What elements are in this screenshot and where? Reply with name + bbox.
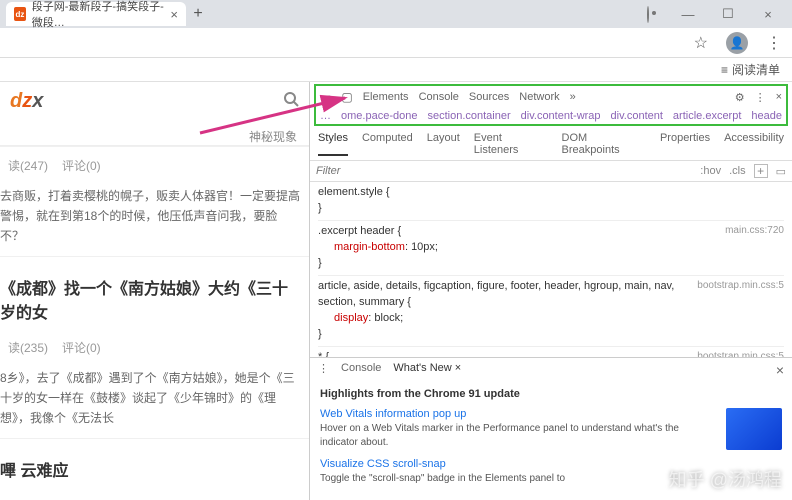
crumb[interactable]: div.content (611, 110, 663, 122)
drawer-tabs: ⋮ Console What's New × × (310, 358, 792, 382)
tip-title[interactable]: Web Vitals information pop up (320, 408, 716, 420)
post-meta: 读(235) 评论(0) (0, 329, 309, 366)
profile-avatar[interactable]: 👤 (726, 32, 748, 54)
subtab-styles[interactable]: Styles (318, 132, 348, 156)
drawer-tab-whatsnew[interactable]: What's New × (393, 362, 461, 378)
subtab-properties[interactable]: Properties (660, 132, 710, 156)
drawer-tab-console[interactable]: Console (341, 362, 381, 378)
minimize-button[interactable]: — (670, 7, 706, 22)
crumb[interactable]: ome.pace-done (341, 110, 417, 122)
toggle-icon[interactable]: ▭ (776, 165, 786, 178)
comments-count[interactable]: 评论(0) (62, 339, 101, 356)
category-tabs: 神秘现象 (0, 120, 309, 146)
prop-name[interactable]: display (334, 312, 368, 324)
prop-val[interactable]: block; (374, 312, 403, 324)
subtab-dom-breakpoints[interactable]: DOM Breakpoints (562, 132, 646, 156)
favicon: dz (14, 7, 26, 21)
tip-desc: Toggle the "scroll-snap" badge in the El… (320, 472, 782, 486)
reads-count[interactable]: 读(235) (8, 339, 48, 356)
source-link[interactable]: bootstrap.min.css:5 (697, 349, 784, 357)
site-logo[interactable]: dzx (10, 90, 43, 113)
reads-count[interactable]: 读(247) (8, 157, 48, 174)
devtools-main-tabs: ▭ ▢ Elements Console Sources Network » ⚙… (320, 88, 782, 106)
selector[interactable]: article, aside, details, figcaption, fig… (318, 280, 674, 308)
tab-network[interactable]: Network (519, 91, 559, 103)
source-link[interactable]: main.css:720 (725, 223, 784, 239)
selector[interactable]: .excerpt header { (318, 225, 401, 237)
bookmark-bar: ≡ 阅读清单 (0, 58, 792, 82)
prop-val[interactable]: 10px; (411, 241, 438, 253)
tab-sources[interactable]: Sources (469, 91, 509, 103)
search-icon[interactable] (283, 91, 299, 111)
tip-thumbnail (726, 408, 782, 450)
settings-icon[interactable]: ⚙ (735, 91, 745, 104)
subtab-event-listeners[interactable]: Event Listeners (474, 132, 548, 156)
window-controls: — ☐ × (630, 6, 792, 22)
new-style-rule-button[interactable]: + (754, 164, 768, 178)
tip-item: Visualize CSS scroll-snap Toggle the "sc… (320, 458, 782, 486)
webpage-panel: dzx 神秘现象 读(247) 评论(0) 去商贩，打着卖樱桃的幌子，贩卖人体器… (0, 82, 310, 500)
subtab-layout[interactable]: Layout (427, 132, 460, 156)
post-title[interactable]: 嗶 云难应 (0, 439, 309, 487)
tip-desc: Hover on a Web Vitals marker in the Perf… (320, 422, 716, 450)
close-window-button[interactable]: × (750, 7, 786, 22)
browser-menu-icon[interactable]: ⋮ (766, 33, 782, 53)
drawer-heading: Highlights from the Chrome 91 update (320, 388, 782, 400)
kebab-icon[interactable]: ⋮ (755, 91, 766, 104)
post-meta: 读(247) 评论(0) (0, 146, 309, 184)
crumb[interactable]: section.container (427, 110, 510, 122)
styles-filter-bar: :hov .cls + ▭ (310, 161, 792, 182)
tip-title[interactable]: Visualize CSS scroll-snap (320, 458, 782, 470)
browser-tab-bar: dz 段子网-最新段子-搞笑段子-微段… × + — ☐ × (0, 0, 792, 28)
close-devtools-icon[interactable]: × (776, 91, 782, 103)
drawer-content: Highlights from the Chrome 91 update Web… (310, 382, 792, 500)
list-icon: ≡ (721, 63, 728, 77)
reading-list-label: 阅读清单 (732, 61, 780, 78)
post-excerpt: 8乡》，去了《成都》遇到了个《南方姑娘》，她是个《三十岁的女一样在《鼓楼》谈起了… (0, 366, 309, 439)
styles-rules[interactable]: element.style {} main.css:720 .excerpt h… (310, 182, 792, 357)
incognito-icon (630, 7, 666, 22)
source-link[interactable]: bootstrap.min.css:5 (697, 278, 784, 294)
subtab-accessibility[interactable]: Accessibility (724, 132, 784, 156)
tab-console[interactable]: Console (419, 91, 459, 103)
new-tab-button[interactable]: + (186, 5, 210, 23)
filter-input[interactable] (316, 165, 386, 177)
close-drawer-icon[interactable]: × (776, 362, 784, 378)
browser-tab[interactable]: dz 段子网-最新段子-搞笑段子-微段… × (6, 2, 186, 26)
cls-toggle[interactable]: .cls (729, 165, 746, 177)
browser-toolbar: ☆ 👤 ⋮ (0, 28, 792, 58)
subtab-computed[interactable]: Computed (362, 132, 413, 156)
inspect-icon[interactable]: ▭ (320, 90, 331, 104)
comments-count[interactable]: 评论(0) (62, 157, 101, 174)
crumb[interactable]: heade (751, 110, 782, 122)
bookmark-star-icon[interactable]: ☆ (694, 33, 708, 53)
reading-list-button[interactable]: ≡ 阅读清单 (721, 61, 780, 78)
post-title[interactable]: 《成都》找一个《南方姑娘》大约《三十岁的女 (0, 257, 309, 329)
post-excerpt: 去商贩，打着卖樱桃的幌子，贩卖人体器官！一定要提高警惕，就在到第18个的时候，他… (0, 184, 309, 257)
selector[interactable]: element.style { (318, 186, 390, 198)
drawer-menu-icon[interactable]: ⋮ (318, 362, 329, 378)
prop-name[interactable]: margin-bottom (334, 241, 405, 253)
styles-subtabs: Styles Computed Layout Event Listeners D… (310, 126, 792, 161)
selector[interactable]: * { (318, 351, 329, 357)
crumb[interactable]: article.excerpt (673, 110, 741, 122)
tab-elements[interactable]: Elements (363, 91, 409, 103)
close-icon[interactable]: × (170, 7, 178, 22)
dom-breadcrumb[interactable]: … ome.pace-done section.container div.co… (320, 106, 782, 122)
category-tab[interactable]: 神秘现象 (249, 128, 297, 145)
site-header: dzx (0, 82, 309, 120)
device-icon[interactable]: ▢ (341, 90, 352, 104)
tip-item: Web Vitals information pop up Hover on a… (320, 408, 782, 450)
crumb[interactable]: … (320, 110, 331, 122)
devtools-highlight-box: ▭ ▢ Elements Console Sources Network » ⚙… (314, 84, 788, 126)
devtools-drawer: ⋮ Console What's New × × Highlights from… (310, 357, 792, 500)
crumb[interactable]: div.content-wrap (521, 110, 601, 122)
devtools-panel: ▭ ▢ Elements Console Sources Network » ⚙… (310, 82, 792, 500)
more-tabs-icon[interactable]: » (570, 91, 576, 103)
hov-toggle[interactable]: :hov (700, 165, 721, 177)
maximize-button[interactable]: ☐ (710, 6, 746, 22)
tab-title: 段子网-最新段子-搞笑段子-微段… (32, 0, 171, 30)
